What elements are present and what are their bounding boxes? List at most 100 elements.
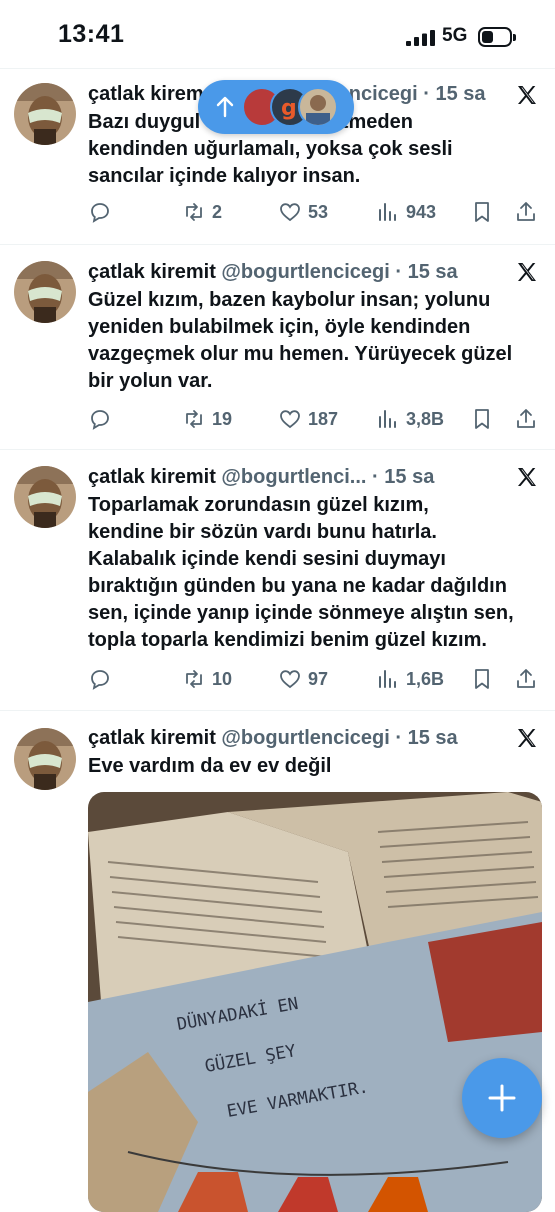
bookmark-button[interactable] — [470, 664, 494, 694]
tweet-line: Eve vardım da ev ev değil — [88, 755, 332, 777]
retweet-count: 19 — [212, 408, 233, 429]
x-logo-icon[interactable] — [515, 465, 539, 489]
like-button[interactable]: 53 — [278, 197, 328, 227]
tweet-line: bıraktığın günden bu yana ne kadar dağıl… — [88, 575, 507, 597]
avatar[interactable] — [14, 466, 76, 528]
retweet-icon — [186, 203, 202, 221]
tweet-actions: 10 97 1,6B — [88, 664, 543, 694]
tweet-time: · 15 sa — [395, 727, 458, 749]
tweet-time: · 15 sa — [372, 466, 435, 488]
book-photo: DÜNYADAKİ EN GÜZEL ŞEY EVE VARMAKTIR. — [88, 792, 542, 1212]
tweet-text: Güzel kızım, bazen kaybolur insan; yolun… — [88, 287, 541, 395]
share-icon — [517, 202, 535, 221]
tweet-media-image[interactable]: DÜNYADAKİ EN GÜZEL ŞEY EVE VARMAKTIR. — [88, 792, 542, 1212]
signal-icon — [406, 30, 435, 46]
like-count: 53 — [308, 201, 329, 222]
tweet-line: sancılar içinde kalıyor insan. — [88, 165, 361, 187]
tweet-line: bir yolun var. — [88, 370, 213, 392]
retweet-button[interactable]: 2 — [182, 197, 222, 227]
retweet-icon — [186, 410, 202, 428]
bookmark-icon — [475, 202, 489, 222]
tweet[interactable]: çatlak kiremit @bogurtlencicegi · 15 sa … — [0, 244, 555, 450]
new-posts-pill[interactable]: g — [198, 80, 354, 134]
plus-icon — [488, 1084, 516, 1112]
bookmark-icon — [475, 409, 489, 429]
reply-icon — [91, 410, 109, 430]
share-icon — [517, 669, 535, 688]
tweet-text: Toparlamak zorundasın güzel kızım, kendi… — [88, 492, 541, 654]
author-name[interactable]: çatlak kiremit — [88, 466, 216, 488]
tweet-actions: 2 53 943 — [88, 197, 543, 227]
tweet-header: çatlak kiremit @bogurtlenci... · 15 sa — [88, 466, 495, 489]
share-button[interactable] — [514, 404, 538, 434]
x-logo-icon[interactable] — [515, 260, 539, 284]
retweet-count: 2 — [212, 201, 223, 222]
reply-icon — [91, 670, 109, 690]
tweet-line: topla toparla kendimizi benim güzel kızı… — [88, 629, 487, 651]
author-handle[interactable]: @bogurtlenci... — [221, 466, 366, 488]
views-button[interactable]: 3,8B — [376, 404, 444, 434]
tweet-time: · 15 sa — [423, 83, 486, 105]
like-button[interactable]: 187 — [278, 404, 338, 434]
retweet-button[interactable]: 10 — [182, 664, 232, 694]
author-handle[interactable]: @bogurtlencicegi — [221, 727, 389, 749]
reply-button[interactable] — [88, 664, 112, 694]
views-button[interactable]: 943 — [376, 197, 436, 227]
tweet-header: çatlak kiremit @bogurtlencicegi · 15 sa — [88, 727, 495, 750]
reply-button[interactable] — [88, 197, 112, 227]
tweet-line: kendinden uğurlamalı, yoksa çok sesli — [88, 138, 453, 160]
x-logo-icon[interactable] — [515, 726, 539, 750]
share-button[interactable] — [514, 197, 538, 227]
avatar[interactable] — [14, 83, 76, 145]
bookmark-button[interactable] — [470, 197, 494, 227]
retweet-button[interactable]: 19 — [182, 404, 232, 434]
compose-button[interactable] — [462, 1058, 542, 1138]
author-name[interactable]: çatlak kiremit — [88, 727, 216, 749]
views-icon — [379, 410, 396, 428]
tweet-line: Güzel kızım, bazen kaybolur insan; yolun… — [88, 289, 491, 311]
views-icon — [379, 203, 396, 221]
tweet-actions: 19 187 3,8B — [88, 404, 543, 434]
tweet-line: yeniden bulabilmek için, öyle kendinden — [88, 316, 471, 338]
heart-icon — [280, 203, 300, 222]
tweet-line: Bazı duygul — [88, 111, 201, 133]
tweet-line: kendine bir sözün vardı bunu hatırla. — [88, 521, 437, 543]
author-handle[interactable]: ncicegi — [349, 83, 418, 105]
views-count: 943 — [406, 201, 437, 222]
avatar[interactable] — [14, 261, 76, 323]
battery-icon — [478, 27, 516, 47]
share-button[interactable] — [514, 664, 538, 694]
tweet-header: çatlak kiremit @bogurtlencicegi · 15 sa — [88, 261, 495, 284]
x-logo-icon[interactable] — [515, 83, 539, 107]
author-name[interactable]: çatlak kirem — [88, 83, 204, 105]
status-time: 13:41 — [58, 20, 125, 48]
retweet-count: 10 — [212, 668, 233, 689]
reply-button[interactable] — [88, 404, 112, 434]
tweet-line: Toparlamak zorundasın güzel kızım, — [88, 494, 429, 516]
views-icon — [379, 670, 396, 688]
tweet[interactable]: çatlak kiremit @bogurtlenci... · 15 sa T… — [0, 449, 555, 711]
tweet-line: sen, içinde yanıp içinde sönmeye alıştın… — [88, 602, 514, 624]
network-label: 5G — [442, 25, 468, 46]
retweet-icon — [186, 670, 202, 688]
bookmark-icon — [475, 669, 489, 689]
tweet-time: · 15 sa — [395, 261, 458, 283]
tweet-text: Eve vardım da ev ev değil — [88, 753, 541, 780]
bookmark-button[interactable] — [470, 404, 494, 434]
like-count: 187 — [308, 408, 339, 429]
author-name[interactable]: çatlak kiremit — [88, 261, 216, 283]
views-button[interactable]: 1,6B — [376, 664, 444, 694]
avatar — [298, 87, 338, 127]
reply-icon — [91, 203, 109, 223]
like-count: 97 — [308, 668, 329, 689]
views-count: 1,6B — [406, 668, 445, 689]
heart-icon — [280, 670, 300, 689]
status-bar: 13:41 5G — [0, 0, 555, 70]
tweet-line: Kalabalık içinde kendi sesini duymayı — [88, 548, 446, 570]
heart-icon — [280, 410, 300, 429]
svg-text:g: g — [281, 96, 297, 121]
share-icon — [517, 409, 535, 428]
like-button[interactable]: 97 — [278, 664, 328, 694]
author-handle[interactable]: @bogurtlencicegi — [221, 261, 389, 283]
avatar[interactable] — [14, 728, 76, 790]
